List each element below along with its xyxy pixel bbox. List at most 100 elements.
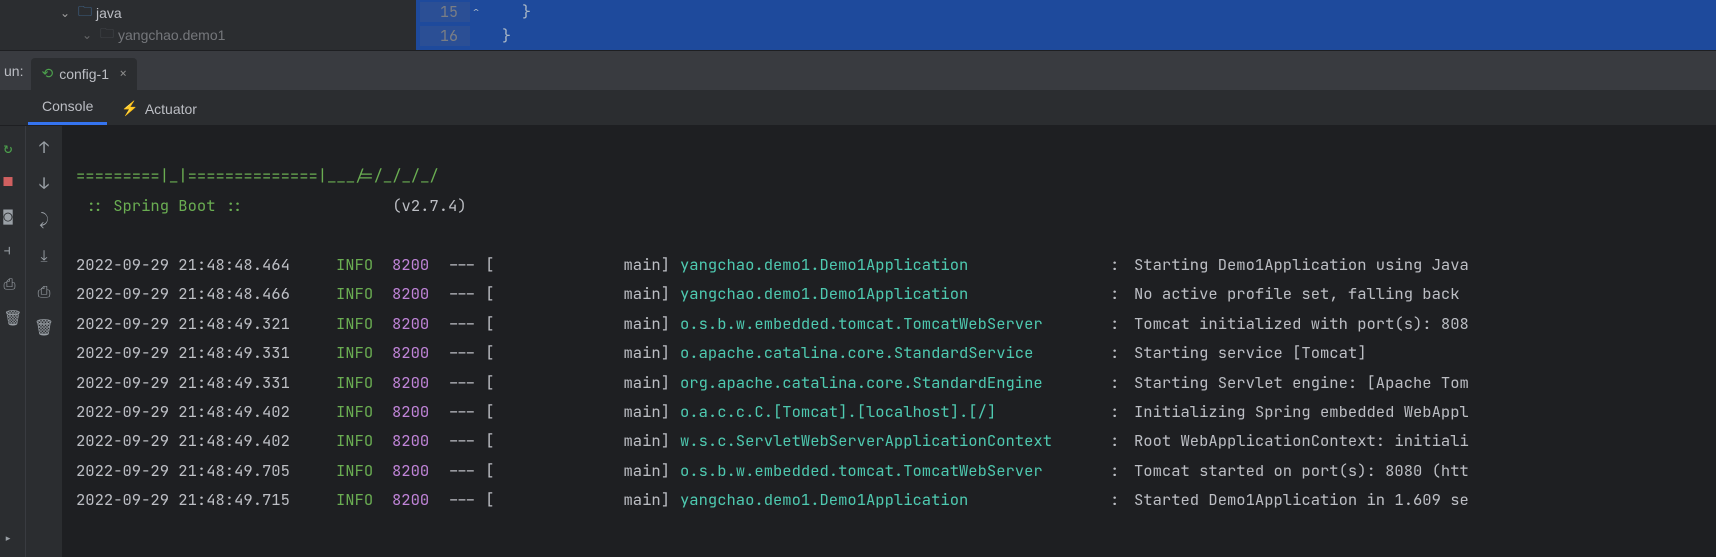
- log-message: Starting Demo1Application using Java: [1134, 250, 1702, 279]
- code-text: }: [482, 2, 531, 22]
- log-sep: --- [: [448, 368, 498, 397]
- log-sep: --- [: [448, 309, 498, 338]
- log-message: Tomcat initialized with port(s): 808: [1134, 309, 1702, 338]
- print-icon[interactable]: ⎙: [4, 274, 22, 292]
- log-sep: --- [: [448, 485, 498, 514]
- log-line: 2022-09-29 21:48:48.464INFO8200--- [main…: [76, 250, 1702, 279]
- console-output[interactable]: =========|_|==============|___/=/_/_/_/ …: [62, 126, 1716, 557]
- log-line: 2022-09-29 21:48:49.321INFO8200--- [main…: [76, 309, 1702, 338]
- log-sep: --- [: [448, 338, 498, 367]
- log-line: 2022-09-29 21:48:49.331INFO8200--- [main…: [76, 368, 1702, 397]
- tree-item-java[interactable]: ⌄ 🗀 java: [60, 2, 416, 24]
- log-level: INFO: [336, 368, 392, 397]
- log-level: INFO: [336, 456, 392, 485]
- log-thread: main]: [498, 485, 670, 514]
- layout-icon[interactable]: ⫞: [4, 240, 22, 258]
- tab-actuator[interactable]: ⚡ Actuator: [107, 92, 211, 125]
- log-thread: main]: [498, 309, 670, 338]
- package-icon: 🗀: [100, 23, 114, 47]
- log-sep: --- [: [448, 397, 498, 426]
- log-level: INFO: [336, 279, 392, 308]
- tree-label: java: [96, 5, 122, 21]
- rerun-icon[interactable]: ↻: [4, 138, 22, 156]
- line-number: 16: [420, 26, 470, 46]
- camera-icon[interactable]: ◙: [4, 206, 22, 224]
- tab-console[interactable]: Console: [28, 90, 107, 125]
- log-colon: :: [1110, 485, 1134, 514]
- log-timestamp: 2022-09-29 21:48:48.464: [76, 250, 336, 279]
- log-message: Root WebApplicationContext: initiali: [1134, 426, 1702, 455]
- log-level: INFO: [336, 338, 392, 367]
- log-thread: main]: [498, 397, 670, 426]
- log-logger: yangchao.demo1.Demo1Application: [670, 485, 1110, 514]
- log-level: INFO: [336, 485, 392, 514]
- expand-icon[interactable]: ▸: [4, 529, 22, 547]
- log-message: Tomcat started on port(s): 8080 (htt: [1134, 456, 1702, 485]
- run-icon: ⟲: [41, 65, 53, 83]
- log-thread: main]: [498, 338, 670, 367]
- log-pid: 8200: [392, 250, 448, 279]
- log-line: 2022-09-29 21:48:49.402INFO8200--- [main…: [76, 426, 1702, 455]
- project-tree[interactable]: ⌄ 🗀 java ⌄ 🗀 yangchao.demo1: [0, 0, 416, 50]
- run-tool-window-header: un: ⟲ config-1 ×: [0, 50, 1716, 90]
- log-level: INFO: [336, 250, 392, 279]
- log-timestamp: 2022-09-29 21:48:49.402: [76, 426, 336, 455]
- log-message: No active profile set, falling back: [1134, 279, 1702, 308]
- log-line: 2022-09-29 21:48:49.715INFO8200--- [main…: [76, 485, 1702, 514]
- tab-label: Console: [42, 98, 93, 114]
- top-area: ⌄ 🗀 java ⌄ 🗀 yangchao.demo1 15 ⌃ } 16 }: [0, 0, 1716, 50]
- log-sep: --- [: [448, 456, 498, 485]
- arrow-down-icon[interactable]: ↓: [33, 172, 55, 194]
- fold-icon[interactable]: ⌃: [470, 5, 482, 19]
- run-label: un:: [2, 63, 31, 79]
- actuator-icon: ⚡: [121, 100, 138, 117]
- log-message: Starting service [Tomcat]: [1134, 338, 1702, 367]
- soft-wrap-icon[interactable]: ⤸: [33, 208, 55, 230]
- editor[interactable]: 15 ⌃ } 16 }: [416, 0, 1716, 50]
- log-timestamp: 2022-09-29 21:48:49.331: [76, 338, 336, 367]
- log-thread: main]: [498, 456, 670, 485]
- chevron-down-icon[interactable]: ⌄: [82, 28, 96, 42]
- log-thread: main]: [498, 426, 670, 455]
- close-icon[interactable]: ×: [119, 65, 127, 83]
- log-colon: :: [1110, 250, 1134, 279]
- banner-line: =========|_|==============|___/=/_/_/_/: [76, 165, 439, 186]
- log-pid: 8200: [392, 397, 448, 426]
- log-pid: 8200: [392, 368, 448, 397]
- log-level: INFO: [336, 309, 392, 338]
- arrow-up-icon[interactable]: ↑: [33, 136, 55, 158]
- log-level: INFO: [336, 426, 392, 455]
- log-colon: :: [1110, 456, 1134, 485]
- log-thread: main]: [498, 368, 670, 397]
- stop-icon[interactable]: ■: [4, 172, 22, 190]
- log-logger: o.apache.catalina.core.StandardService: [670, 338, 1110, 367]
- log-logger: org.apache.catalina.core.StandardEngine: [670, 368, 1110, 397]
- log-message: Starting Servlet engine: [Apache Tom: [1134, 368, 1702, 397]
- log-colon: :: [1110, 397, 1134, 426]
- log-pid: 8200: [392, 338, 448, 367]
- log-level: INFO: [336, 397, 392, 426]
- log-pid: 8200: [392, 456, 448, 485]
- tree-label: yangchao.demo1: [118, 27, 225, 43]
- log-logger: o.a.c.c.C.[Tomcat].[localhost].[/]: [670, 397, 1110, 426]
- scroll-to-end-icon[interactable]: ⤓: [33, 244, 55, 266]
- clear-icon[interactable]: 🗑: [33, 316, 55, 338]
- line-number: 15: [420, 2, 470, 22]
- print-icon[interactable]: ⎙: [33, 280, 55, 302]
- run-config-tab[interactable]: ⟲ config-1 ×: [31, 58, 137, 90]
- log-timestamp: 2022-09-29 21:48:49.331: [76, 368, 336, 397]
- log-timestamp: 2022-09-29 21:48:49.705: [76, 456, 336, 485]
- chevron-down-icon[interactable]: ⌄: [60, 6, 74, 20]
- editor-line: 15 ⌃ }: [420, 0, 1716, 24]
- log-thread: main]: [498, 279, 670, 308]
- console-toolbar: ↑ ↓ ⤸ ⤓ ⎙ 🗑: [26, 126, 62, 557]
- tree-item-package[interactable]: ⌄ 🗀 yangchao.demo1: [60, 24, 416, 46]
- log-pid: 8200: [392, 309, 448, 338]
- log-colon: :: [1110, 368, 1134, 397]
- spring-version: (v2.7.4): [392, 195, 466, 216]
- banner-line: :: Spring Boot ::: [76, 195, 253, 216]
- trash-icon[interactable]: 🗑: [4, 308, 22, 326]
- log-message: Initializing Spring embedded WebAppl: [1134, 397, 1702, 426]
- log-colon: :: [1110, 426, 1134, 455]
- log-timestamp: 2022-09-29 21:48:49.715: [76, 485, 336, 514]
